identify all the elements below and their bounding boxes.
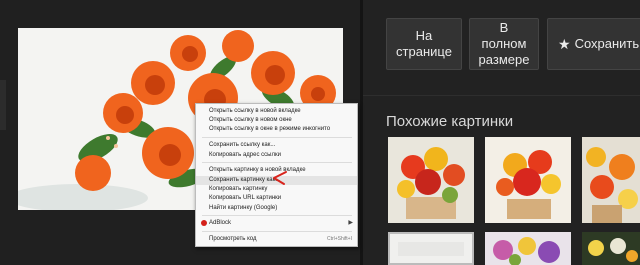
menu-item-copy-image[interactable]: Копировать картинку — [196, 185, 357, 194]
menu-item-copy-image-url[interactable]: Копировать URL картинки — [196, 194, 357, 203]
similar-image-thumb[interactable] — [582, 137, 640, 223]
similar-image-thumb[interactable] — [485, 232, 571, 265]
similar-image-thumb[interactable] — [388, 137, 474, 223]
menu-item-save-link-as[interactable]: Сохранить ссылку как... — [196, 141, 357, 150]
adblock-icon — [201, 220, 207, 226]
save-button[interactable]: ★ Сохранить — [547, 18, 640, 70]
menu-separator — [202, 137, 352, 138]
menu-item-open-link-incognito[interactable]: Открыть ссылку в окне в режиме инкогнито — [196, 125, 357, 134]
menu-item-search-image-google[interactable]: Найти картинку (Google) — [196, 204, 357, 213]
menu-separator — [202, 162, 352, 163]
full-size-label-line2: полном — [481, 36, 527, 51]
annotation-arrow-mark — [273, 171, 287, 185]
menu-item-inspect-label: Просмотреть код — [209, 236, 257, 242]
similar-image-thumb[interactable] — [582, 232, 640, 265]
chevron-right-icon: ▶ — [348, 220, 353, 226]
previous-image-handle[interactable] — [0, 80, 6, 130]
menu-item-open-link-new-tab[interactable]: Открыть ссылку в новой вкладке — [196, 107, 357, 116]
star-icon: ★ — [558, 36, 571, 52]
inspect-shortcut: Ctrl+Shift+I — [326, 236, 352, 242]
view-on-page-label-line1: На — [415, 28, 433, 43]
menu-item-adblock[interactable]: AdBlock ▶ — [196, 219, 357, 228]
details-separator — [363, 95, 640, 96]
menu-item-copy-link-address[interactable]: Копировать адрес ссылки — [196, 151, 357, 160]
menu-item-open-link-new-window[interactable]: Открыть ссылку в новом окне — [196, 116, 357, 125]
view-on-page-label-line2: странице — [396, 44, 452, 59]
similar-images-title: Похожие картинки — [386, 113, 514, 130]
full-size-label-line3: размере — [478, 52, 530, 67]
full-size-label-line1: В — [499, 20, 509, 35]
save-label: Сохранить — [574, 36, 640, 51]
full-size-button[interactable]: В полном размере — [469, 18, 539, 70]
similar-image-thumb-selected[interactable] — [388, 232, 474, 265]
menu-item-adblock-label: AdBlock — [209, 220, 232, 226]
menu-separator — [202, 231, 352, 232]
menu-separator — [202, 215, 352, 216]
menu-item-inspect[interactable]: Просмотреть код Ctrl+Shift+I — [196, 235, 357, 244]
similar-image-thumb[interactable] — [485, 137, 571, 223]
view-on-page-button[interactable]: На странице — [386, 18, 462, 70]
